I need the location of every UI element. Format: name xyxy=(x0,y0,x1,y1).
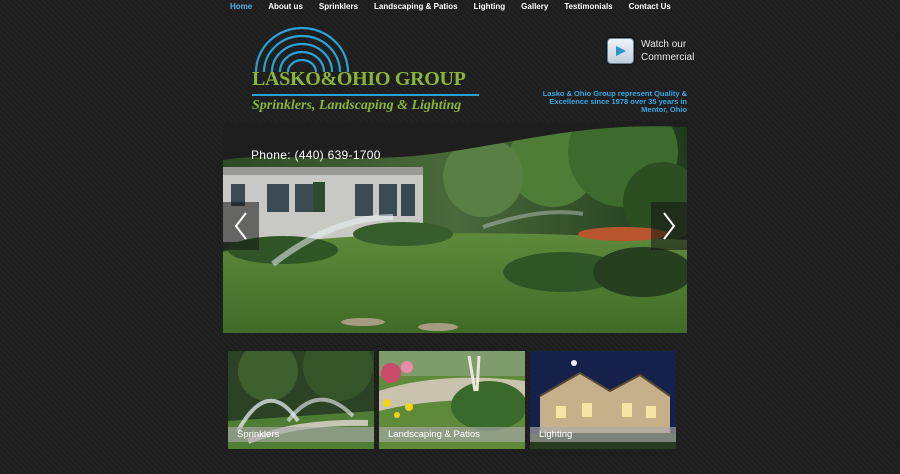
play-icon[interactable] xyxy=(607,38,634,64)
tile-lighting-label: Lighting xyxy=(530,427,676,442)
main-nav: Home About us Sprinklers Landscaping & P… xyxy=(222,0,679,14)
phone-number: Phone: (440) 639-1700 xyxy=(251,148,381,162)
nav-lighting[interactable]: Lighting xyxy=(466,0,514,14)
watch-commercial-link[interactable]: Watch our Commercial xyxy=(607,38,694,64)
tile-sprinklers-label: Sprinklers xyxy=(228,427,374,442)
slider-prev-button[interactable] xyxy=(223,202,259,250)
nav-gallery[interactable]: Gallery xyxy=(513,0,556,14)
tile-sprinklers[interactable]: Sprinklers xyxy=(228,351,374,449)
tile-lighting[interactable]: Lighting xyxy=(530,351,676,449)
nav-sprinklers[interactable]: Sprinklers xyxy=(311,0,366,14)
watch-commercial-text[interactable]: Watch our Commercial xyxy=(641,38,694,64)
nav-landscaping-patios[interactable]: Landscaping & Patios xyxy=(366,0,466,14)
tile-landscaping-patios[interactable]: Landscaping & Patios xyxy=(379,351,525,449)
nav-contact-us[interactable]: Contact Us xyxy=(621,0,679,14)
chevron-left-icon xyxy=(234,212,247,240)
nav-about-us[interactable]: About us xyxy=(260,0,311,14)
logo-arcs-graphic xyxy=(254,26,350,72)
nav-testimonials[interactable]: Testimonials xyxy=(556,0,620,14)
about-blurb: Lasko & Ohio Group represent Quality & E… xyxy=(542,89,687,114)
chevron-right-icon xyxy=(663,212,676,240)
slider-next-button[interactable] xyxy=(651,202,687,250)
logo-rule xyxy=(252,94,479,96)
watch-commercial-line1: Watch our xyxy=(641,39,687,50)
site-logo[interactable]: LASKO&OHIO GROUP Sprinklers, Landscaping… xyxy=(250,26,490,118)
tile-landscaping-label: Landscaping & Patios xyxy=(379,427,525,442)
logo-brand-name: LASKO&OHIO GROUP xyxy=(252,68,466,90)
logo-tagline: Sprinklers, Landscaping & Lighting xyxy=(252,98,462,113)
watch-commercial-line2: Commercial xyxy=(641,52,695,63)
nav-home[interactable]: Home xyxy=(222,0,260,14)
